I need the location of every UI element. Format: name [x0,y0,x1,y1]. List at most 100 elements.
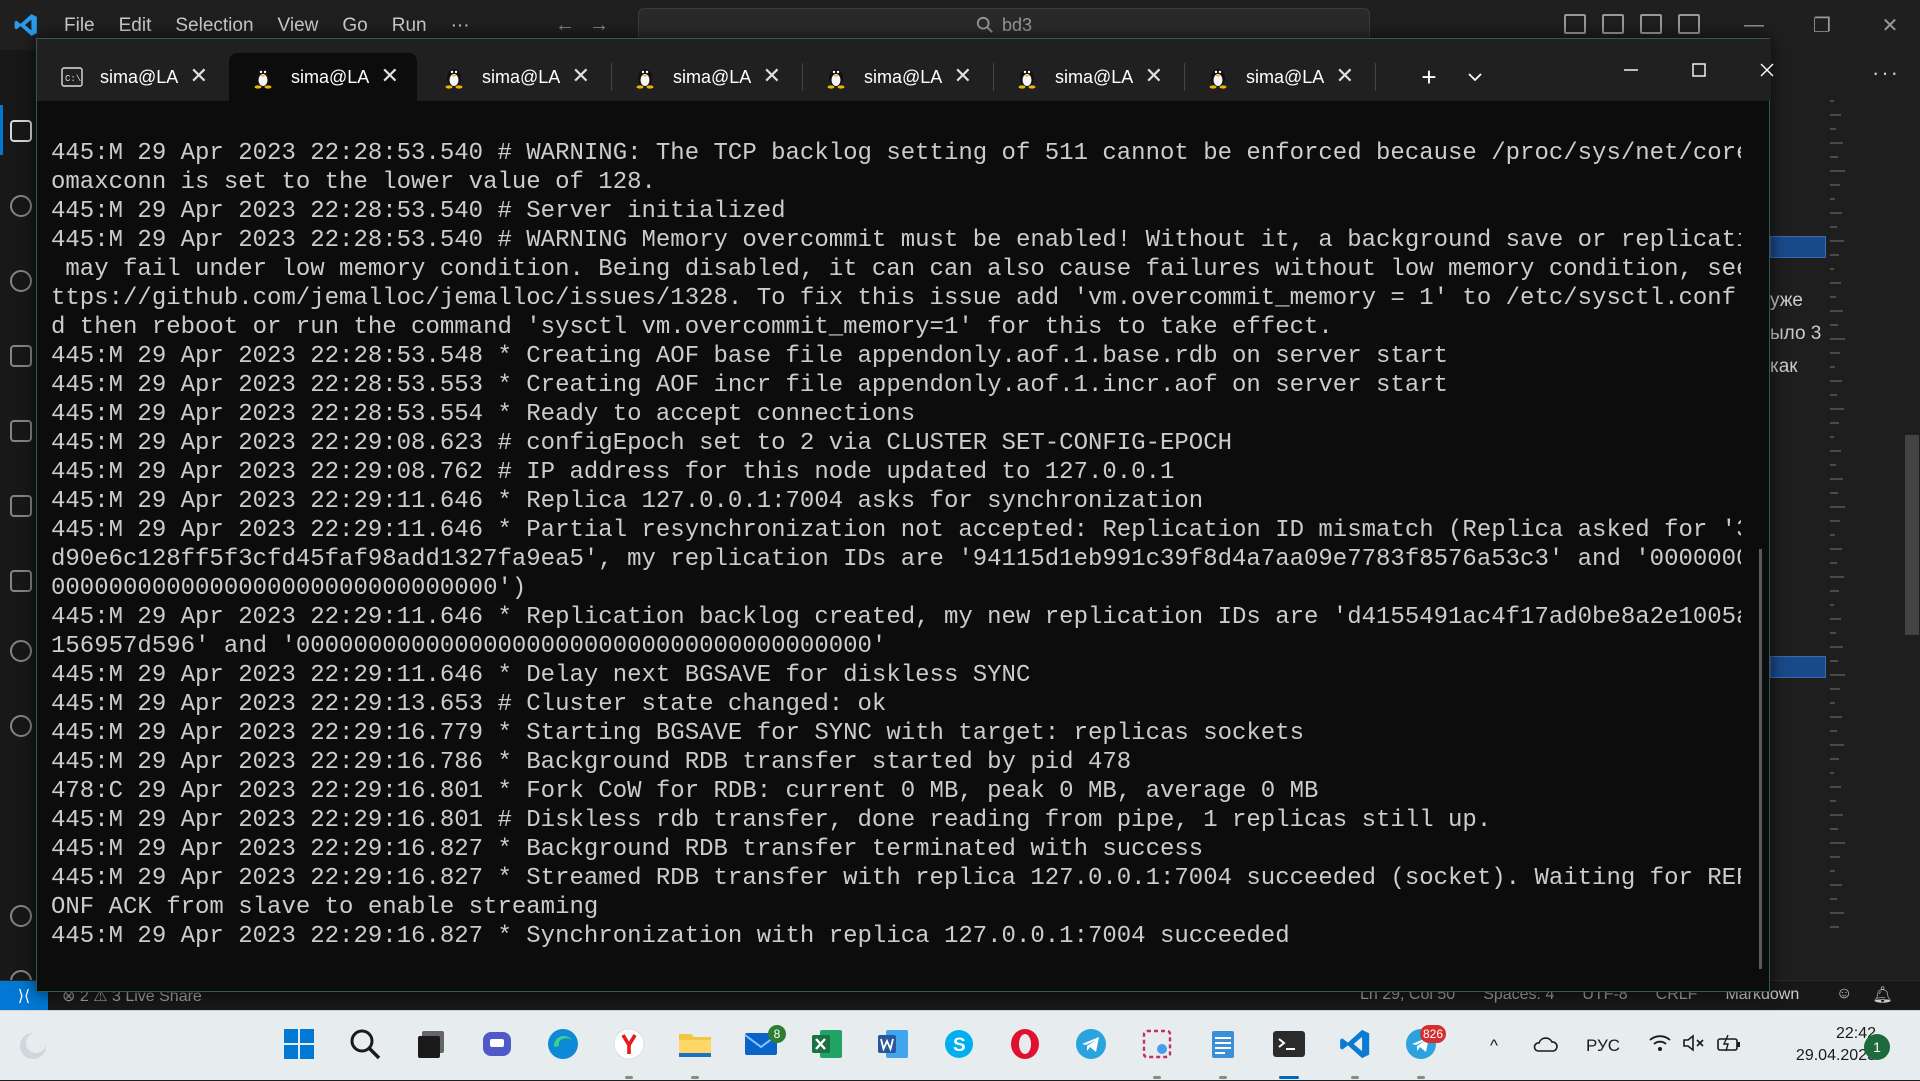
taskbar-telegram-2[interactable]: 826 [1400,1025,1446,1067]
taskbar-task-view[interactable] [410,1025,452,1067]
taskbar-mail[interactable]: 8 [740,1025,786,1067]
live-share-icon[interactable] [10,715,32,737]
linux-icon [442,65,466,89]
terminal-tab-label: sima@LA [482,66,561,87]
taskbar-opera[interactable] [1004,1025,1046,1067]
taskbar-vscode[interactable] [1334,1025,1376,1067]
terminal-output[interactable]: 445:M 29 Apr 2023 22:28:53.540 # WARNING… [51,139,1741,979]
run-debug-icon[interactable] [10,345,32,367]
minimap[interactable] [1830,100,1846,960]
onedrive-cloud-icon[interactable] [1532,1035,1558,1058]
volume-muted-icon[interactable] [1682,1033,1706,1058]
yandex-icon [612,1027,646,1066]
taskbar-edge[interactable] [542,1025,584,1067]
terminal-tab[interactable]: sima@LA ✕ [802,53,990,101]
teams-icon [480,1027,514,1066]
terminal-line: d90e6c128ff5f3cfd45faf98add1327fa9ea5', … [51,546,1741,573]
feedback-icon[interactable]: ☺ [1836,985,1852,1005]
terminal-tab[interactable]: sima@LA ✕ [611,53,799,101]
taskbar-search[interactable] [344,1025,386,1067]
taskbar-teams[interactable] [476,1025,518,1067]
running-indicator [691,1076,699,1079]
accounts-icon[interactable] [10,905,32,927]
terminal-line: 445:M 29 Apr 2023 22:29:16.779 * Startin… [51,720,1305,747]
tray-overflow-chevron[interactable]: ^ [1490,1036,1498,1056]
tab-close-icon[interactable]: ✕ [1145,63,1163,89]
terminal-tab[interactable]: sima@LA ✕ [993,53,1181,101]
close-button[interactable] [1733,39,1801,101]
running-indicator [625,1076,633,1079]
tab-close-icon[interactable]: ✕ [381,63,399,89]
taskbar-yandex[interactable] [608,1025,650,1067]
taskbar-terminal[interactable] [1268,1025,1310,1067]
forward-arrow-icon[interactable]: → [589,14,609,38]
toggle-sidebar-icon[interactable] [1564,14,1586,34]
opera-icon [1008,1027,1042,1066]
clock[interactable]: 22:42 29.04.2023 [1760,1023,1876,1067]
terminal-tab[interactable]: sima@LA ✕ [229,53,417,101]
vscode-close-button[interactable]: ✕ [1856,0,1920,50]
notification-count-badge[interactable]: 1 [1864,1034,1890,1060]
terminal-line: 445:M 29 Apr 2023 22:29:11.646 * Delay n… [51,662,1031,689]
maximize-button[interactable] [1665,39,1733,101]
extensions-icon[interactable] [10,495,32,517]
terminal-tab[interactable]: C:\ sima@LA ✕ [38,53,226,101]
toggle-secondary-sidebar-icon[interactable] [1640,14,1662,34]
search-view-icon[interactable] [10,195,32,217]
editor-scrollbar[interactable] [1905,435,1919,635]
terminal-tab[interactable]: sima@LA ✕ [420,53,608,101]
customize-layout-icon[interactable] [1678,14,1700,34]
weather-widget-icon[interactable] [12,1025,54,1067]
terminal-tab[interactable]: sima@LA ✕ [1184,53,1372,101]
source-control-icon[interactable] [10,270,32,292]
cmd-icon: C:\ [60,65,84,89]
terminal-line: 445:M 29 Apr 2023 22:28:53.548 * Creatin… [51,343,1449,370]
editor-text: ыло 3 [1770,323,1822,344]
remote-explorer-icon[interactable] [10,420,32,442]
taskbar-excel[interactable] [806,1025,848,1067]
taskbar-snipping-tool[interactable] [1136,1025,1178,1067]
wifi-icon[interactable] [1648,1033,1672,1058]
input-language[interactable]: РУС [1586,1036,1620,1056]
testing-icon[interactable] [10,570,32,592]
terminal-line: 445:M 29 Apr 2023 22:28:53.540 # Server … [51,198,786,225]
explorer-icon[interactable] [10,120,32,142]
tab-close-icon[interactable]: ✕ [954,63,972,89]
tab-dropdown-button[interactable] [1453,53,1497,101]
new-tab-button[interactable]: + [1407,53,1451,101]
terminal-line: 478:C 29 Apr 2023 22:29:16.801 * Fork Co… [51,778,1319,805]
command-center-search[interactable]: bd3 [638,8,1370,42]
taskbar-notepad[interactable] [1202,1025,1244,1067]
taskbar-skype[interactable]: S [938,1025,980,1067]
tab-close-icon[interactable]: ✕ [572,63,590,89]
terminal-tab-label: sima@LA [864,66,943,87]
toggle-panel-icon[interactable] [1602,14,1624,34]
terminal-icon [1271,1028,1307,1065]
terminal-tab-label: sima@LA [673,66,752,87]
terminal-line: 445:M 29 Apr 2023 22:29:16.801 # Diskles… [51,807,1492,834]
tab-close-icon[interactable]: ✕ [763,63,781,89]
notifications-bell-icon[interactable]: 🔔︎ [1872,985,1892,1005]
taskbar-telegram[interactable] [1070,1025,1112,1067]
linux-icon [1015,65,1039,89]
running-indicator [1219,1076,1227,1079]
taskbar-start-button[interactable] [278,1025,320,1067]
taskbar-word[interactable] [872,1025,914,1067]
linux-icon [633,65,657,89]
tab-close-icon[interactable]: ✕ [1336,63,1354,89]
taskbar-file-explorer[interactable] [674,1025,716,1067]
minimize-icon [1624,69,1638,71]
search-icon [976,16,993,33]
minimize-button[interactable] [1597,39,1665,101]
terminal-line: ONF ACK from slave to enable streaming [51,894,599,921]
terminal-scrollbar[interactable] [1759,549,1762,969]
running-indicator [1279,1076,1299,1079]
github-icon[interactable] [10,640,32,662]
tab-close-icon[interactable]: ✕ [190,63,208,89]
more-actions-icon[interactable]: ··· [1872,60,1900,86]
terminal-line: 445:M 29 Apr 2023 22:29:08.762 # IP addr… [51,459,1175,486]
battery-charging-icon[interactable] [1716,1033,1742,1058]
back-arrow-icon[interactable]: ← [555,14,575,38]
terminal-line: 445:M 29 Apr 2023 22:29:16.786 * Backgro… [51,749,1132,776]
tab-separator [611,63,612,91]
